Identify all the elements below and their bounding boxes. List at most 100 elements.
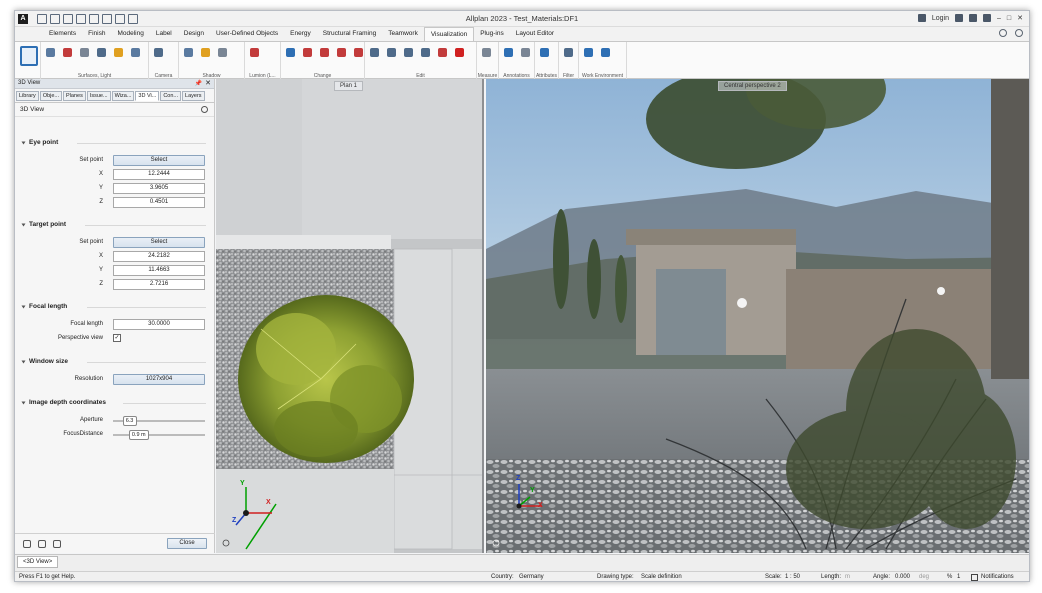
annotation-icon[interactable] — [518, 45, 533, 61]
angle-value[interactable]: 0.000 — [895, 574, 910, 580]
align-icon[interactable] — [401, 45, 416, 61]
task-area-icon[interactable] — [18, 44, 38, 66]
search-icon[interactable] — [1015, 29, 1023, 37]
target-select-button[interactable]: Select — [113, 237, 205, 248]
tab-visualization[interactable]: Visualization — [423, 27, 475, 41]
mirror-icon[interactable] — [418, 45, 433, 61]
aperture-slider-thumb[interactable]: 6.3 — [122, 416, 137, 426]
focus-distance-slider-thumb[interactable]: 0.9 m — [128, 430, 149, 440]
tab-energy[interactable]: Energy — [284, 27, 317, 41]
notifications-icon[interactable] — [971, 574, 978, 581]
filter-icon[interactable] — [561, 45, 576, 61]
play-icon[interactable] — [283, 45, 298, 61]
tab-design[interactable]: Design — [178, 27, 210, 41]
aperture-slider[interactable]: 6.3 — [113, 416, 205, 426]
x-label: X — [98, 253, 103, 259]
close-icon[interactable]: ✕ — [205, 79, 211, 87]
resolution-button[interactable]: 1027x904 — [113, 374, 205, 385]
stretch-icon[interactable] — [435, 45, 450, 61]
tab-library[interactable]: Library — [16, 91, 39, 101]
environment-icon[interactable] — [581, 45, 596, 61]
target-x-field[interactable]: 24.2182 — [113, 251, 205, 262]
tab-layers[interactable]: Layers — [182, 91, 205, 101]
plan-viewport-label[interactable]: Plan 1 — [334, 81, 364, 91]
tab-wizards[interactable]: Wiza... — [111, 91, 135, 101]
light-bulb-icon[interactable] — [111, 45, 126, 61]
scale-value[interactable]: 1 : 50 — [785, 574, 800, 580]
surface-settings-icon[interactable] — [128, 45, 143, 61]
minimize-icon[interactable]: – — [997, 15, 1001, 22]
eye-x-field[interactable]: 12.2444 — [113, 169, 205, 180]
divider — [85, 225, 206, 226]
eye-y-field[interactable]: 3.9605 — [113, 183, 205, 194]
pin-icon[interactable]: 📌 — [195, 80, 202, 87]
pen-icon[interactable] — [300, 45, 315, 61]
tab-structural-framing[interactable]: Structural Framing — [317, 27, 382, 41]
search-icon[interactable] — [201, 106, 208, 113]
export-icon[interactable] — [53, 540, 61, 548]
tab-planes[interactable]: Planes — [63, 91, 86, 101]
cart-icon[interactable] — [968, 14, 977, 22]
tab-plug-ins[interactable]: Plug-ins — [474, 27, 509, 41]
path-icon[interactable] — [351, 45, 366, 61]
target-y-field[interactable]: 11.4663 — [113, 265, 205, 276]
tab-layout-editor[interactable]: Layout Editor — [510, 27, 560, 41]
delete-icon[interactable] — [452, 45, 467, 61]
ribbon-group-surfaces-light: Surfaces, Light — [41, 42, 149, 80]
percent-value[interactable]: 1 — [957, 574, 960, 580]
material-icon[interactable] — [60, 45, 75, 61]
tab-modeling[interactable]: Modeling — [111, 27, 149, 41]
surface-icon[interactable] — [43, 45, 58, 61]
tab-elements[interactable]: Elements — [43, 27, 82, 41]
attributes-icon[interactable] — [537, 45, 552, 61]
close-window-icon[interactable]: ✕ — [1017, 14, 1023, 22]
tab-label[interactable]: Label — [150, 27, 178, 41]
notifications-label[interactable]: Notifications — [981, 574, 1014, 580]
gear-icon[interactable] — [999, 29, 1007, 37]
measure-icon[interactable] — [479, 45, 494, 61]
drawing-type-value[interactable]: Scale definition — [641, 574, 682, 580]
ribbon-group-measure: Measure — [477, 42, 499, 80]
camera-icon[interactable] — [151, 45, 166, 61]
focus-distance-slider[interactable]: 0.9 m — [113, 430, 205, 440]
login-link[interactable]: Login — [932, 15, 949, 22]
move-icon[interactable] — [384, 45, 399, 61]
perspective-viewport[interactable]: Central perspective 2 X Y Z — [486, 79, 1029, 553]
menu-icon[interactable] — [954, 14, 963, 22]
tab-issues[interactable]: Issue... — [86, 91, 111, 101]
tab-objects[interactable]: Obje... — [39, 91, 63, 101]
text-abc-icon[interactable] — [501, 45, 516, 61]
workspace-icon[interactable] — [598, 45, 613, 61]
tab-connect[interactable]: Con... — [160, 91, 182, 101]
focal-length-field[interactable]: 30.0000 — [113, 319, 205, 330]
maximize-icon[interactable]: □ — [1007, 15, 1011, 22]
eye-select-button[interactable]: Select — [113, 155, 205, 166]
tab-finish[interactable]: Finish — [82, 27, 111, 41]
help-icon[interactable] — [982, 14, 991, 22]
texture-icon[interactable] — [77, 45, 92, 61]
eyedropper-icon[interactable] — [23, 540, 31, 548]
document-tab-3d-view[interactable]: <3D View> — [17, 556, 59, 568]
light-settings-icon[interactable] — [94, 45, 109, 61]
copy-icon[interactable] — [367, 45, 382, 61]
tab-user-defined-objects[interactable]: User-Defined Objects — [210, 27, 284, 41]
tab-3d-view[interactable]: 3D Vi... — [135, 91, 160, 101]
modify-icon[interactable] — [317, 45, 332, 61]
close-button[interactable]: Close — [167, 538, 207, 549]
lumion-export-icon[interactable] — [247, 45, 262, 61]
plan-viewport[interactable]: Plan 1 X Y Z — [216, 79, 484, 553]
rotate-icon[interactable] — [334, 45, 349, 61]
tab-teamwork[interactable]: Teamwork — [382, 27, 424, 41]
perspective-view-checkbox[interactable]: ✓ — [113, 334, 121, 342]
favorites-icon[interactable] — [38, 540, 46, 548]
persp-axis-x-label: X — [538, 502, 543, 509]
shadow-icon[interactable] — [181, 45, 196, 61]
length-unit[interactable]: m — [845, 574, 850, 580]
sun-icon[interactable] — [198, 45, 213, 61]
sun-position-icon[interactable] — [215, 45, 230, 61]
eye-z-field[interactable]: 0.4501 — [113, 197, 205, 208]
country-value[interactable]: Germany — [519, 574, 544, 580]
perspective-viewport-label[interactable]: Central perspective 2 — [718, 81, 787, 91]
angle-unit[interactable]: deg — [919, 574, 929, 580]
target-z-field[interactable]: 2.7216 — [113, 279, 205, 290]
